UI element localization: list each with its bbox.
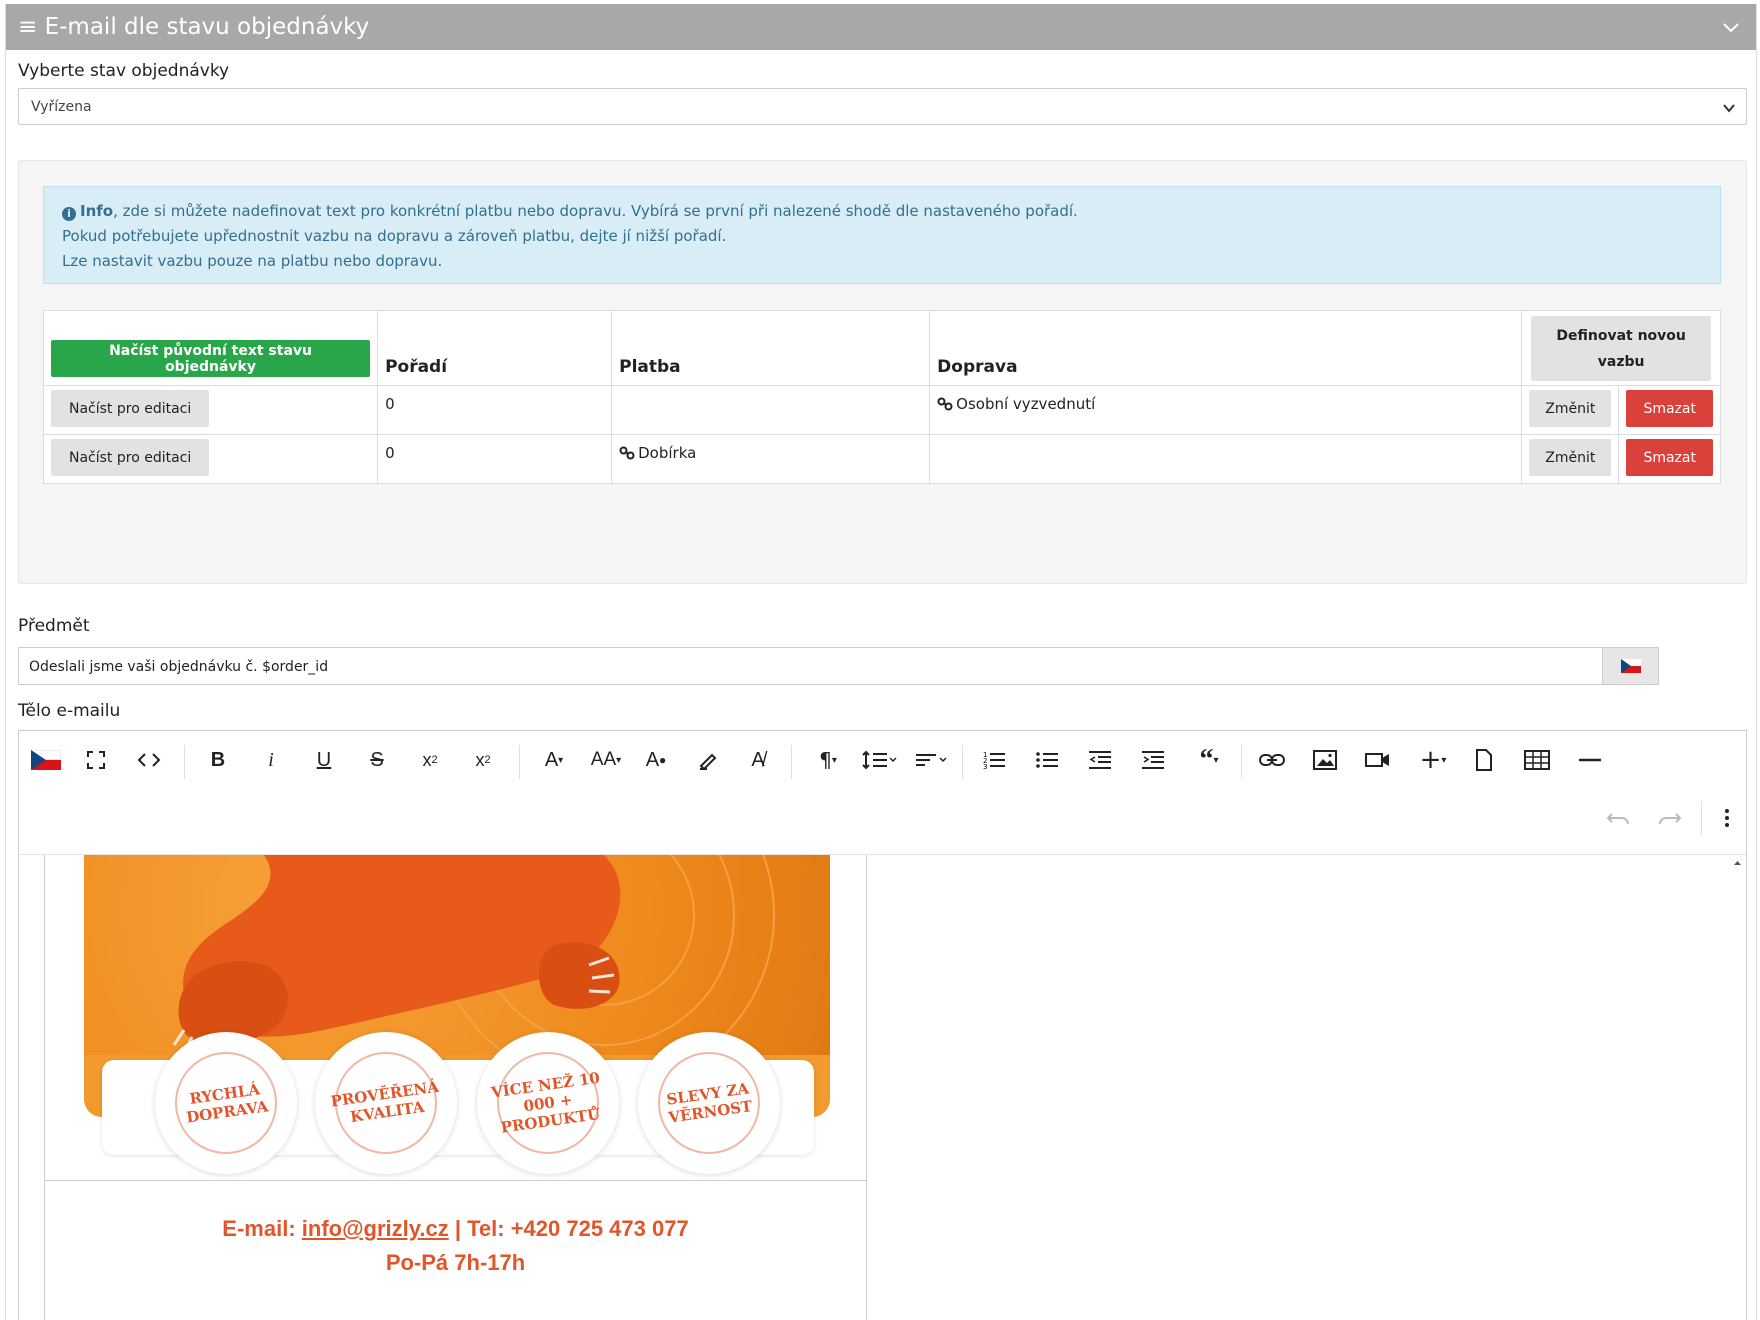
column-payment: Platba	[611, 310, 931, 386]
order-status-selected: Vyřízena	[31, 99, 92, 115]
line-height-icon[interactable]	[857, 743, 901, 777]
link-icon	[619, 446, 635, 460]
image-icon[interactable]	[1308, 743, 1342, 777]
row-payment: Dobírka	[611, 434, 931, 484]
table-row: Načíst pro editaci 0 Osobní vyzvednutí Z…	[42, 385, 1721, 435]
rules-table: Načíst původní text stavu objednávky Poř…	[42, 310, 1721, 484]
clear-formatting-icon[interactable]: A̸	[741, 743, 775, 777]
editor-toolbar: B i U S x2 x2 A ▾ AA ▾ A ● A̸ ¶ ▾ 123 “ …	[19, 731, 1746, 855]
more-options-icon[interactable]	[1715, 801, 1739, 835]
row-order: 0	[377, 385, 613, 435]
subscript-icon[interactable]: x2	[413, 743, 447, 777]
underline-icon[interactable]: U	[307, 743, 341, 777]
bold-icon[interactable]: B	[201, 743, 235, 777]
hamburger-icon: ≡	[18, 14, 45, 40]
fullscreen-icon[interactable]	[79, 743, 113, 777]
order-status-select[interactable]: Vyřízena	[18, 88, 1747, 125]
column-shipping: Doprava	[929, 310, 1523, 386]
table-icon[interactable]	[1520, 743, 1554, 777]
subject-label: Předmět	[18, 616, 90, 636]
scroll-up-icon[interactable]	[1729, 856, 1746, 870]
language-flag-button[interactable]	[1602, 647, 1659, 685]
subject-input[interactable]: Odeslali jsme vaši objednávku č. $order_…	[18, 647, 1650, 685]
font-size-icon[interactable]: AA ▾	[584, 743, 628, 777]
define-new-binding-button[interactable]: Definovat novou vazbu	[1531, 316, 1712, 381]
load-for-edit-button[interactable]: Načíst pro editaci	[51, 390, 210, 427]
svg-text:3: 3	[983, 763, 987, 771]
unordered-list-icon[interactable]	[1030, 743, 1064, 777]
divider	[45, 1180, 866, 1181]
info-strong: Info	[80, 202, 114, 220]
italic-icon[interactable]: i	[254, 743, 288, 777]
table-row: Načíst pro editaci 0 Dobírka Změnit Smaz…	[42, 434, 1721, 484]
email-preview: RYCHLÁ DOPRAVA PROVĚŘENÁ KVALITA VÍCE NE…	[44, 855, 867, 1320]
text-color-icon[interactable]: A ●	[639, 743, 673, 777]
redo-icon[interactable]	[1653, 801, 1687, 835]
contact-email-link[interactable]: info@grizly.cz	[302, 1216, 449, 1241]
chevron-down-icon[interactable]	[1720, 16, 1742, 38]
row-payment	[611, 385, 931, 435]
info-line-3: Lze nastavit vazbu pouze na platbu nebo …	[62, 252, 443, 270]
load-for-edit-button[interactable]: Načíst pro editaci	[51, 439, 210, 476]
code-view-icon[interactable]	[132, 743, 166, 777]
change-button[interactable]: Změnit	[1529, 390, 1612, 427]
info-line-2: Pokud potřebujete upřednostnit vazbu na …	[62, 227, 727, 245]
page-icon[interactable]	[1467, 743, 1501, 777]
delete-button[interactable]: Smazat	[1626, 390, 1713, 427]
email-by-order-status-panel: ≡ E-mail dle stavu objednávky Vyberte st…	[5, 4, 1757, 1320]
row-shipping: Osobní vyzvednutí	[929, 385, 1523, 435]
body-label: Tělo e-mailu	[18, 701, 121, 721]
font-family-icon[interactable]: A ▾	[534, 743, 574, 777]
paragraph-format-icon[interactable]: ¶ ▾	[806, 743, 850, 777]
row-order: 0	[377, 434, 613, 484]
ordered-list-icon[interactable]: 123	[977, 743, 1011, 777]
opening-hours: Po-Pá 7h-17h	[385, 1250, 526, 1275]
delete-button[interactable]: Smazat	[1626, 439, 1713, 476]
link-icon[interactable]	[1255, 743, 1289, 777]
panel-title: ≡ E-mail dle stavu objednávky	[18, 14, 370, 40]
undo-icon[interactable]	[1601, 801, 1635, 835]
czech-flag-icon	[1620, 659, 1641, 673]
superscript-icon[interactable]: x2	[466, 743, 500, 777]
video-icon[interactable]	[1361, 743, 1395, 777]
badge-fast-delivery: RYCHLÁ DOPRAVA	[155, 1032, 297, 1174]
badge-verified-quality: PROVĚŘENÁ KVALITA	[315, 1032, 457, 1174]
strikethrough-icon[interactable]: S	[360, 743, 394, 777]
outdent-icon[interactable]	[1083, 743, 1117, 777]
contact-line: E-mail: info@grizly.cz | Tel: +420 725 4…	[222, 1216, 689, 1241]
align-icon[interactable]	[909, 743, 953, 777]
email-body-editor[interactable]: B i U S x2 x2 A ▾ AA ▾ A ● A̸ ¶ ▾ 123 “ …	[18, 730, 1747, 1320]
load-original-text-button[interactable]: Načíst původní text stavu objednávky	[51, 340, 371, 377]
badge-products: VÍCE NEŽ 10 000 + PRODUKTŮ	[477, 1032, 619, 1174]
panel-header[interactable]: ≡ E-mail dle stavu objednávky	[6, 4, 1756, 50]
scrollbar[interactable]	[1729, 855, 1746, 1320]
indent-icon[interactable]	[1136, 743, 1170, 777]
horizontal-line-icon[interactable]	[1573, 743, 1607, 777]
column-order: Pořadí	[377, 310, 613, 386]
quote-icon[interactable]: “▾	[1187, 743, 1231, 777]
define-new-cell: Definovat novou vazbu	[1521, 310, 1721, 386]
table-header-row: Načíst původní text stavu objednávky Poř…	[42, 310, 1721, 386]
chevron-down-icon	[1723, 104, 1735, 113]
badge-loyalty: SLEVY ZA VĚRNOST	[638, 1032, 780, 1174]
info-line-1: , zde si můžete nadefinovat text pro kon…	[113, 202, 1078, 220]
insert-more-icon[interactable]: + ▾	[1411, 743, 1455, 777]
editor-content[interactable]: RYCHLÁ DOPRAVA PROVĚŘENÁ KVALITA VÍCE NE…	[19, 855, 1746, 1320]
change-button[interactable]: Změnit	[1529, 439, 1612, 476]
row-shipping	[929, 434, 1523, 484]
link-icon	[937, 397, 953, 411]
info-alert: i Info, zde si můžete nadefinovat text pr…	[43, 186, 1721, 284]
rules-well: i Info, zde si můžete nadefinovat text pr…	[18, 160, 1747, 584]
load-original-cell: Načíst původní text stavu objednávky	[42, 310, 379, 386]
highlight-icon[interactable]	[691, 743, 725, 777]
language-flag-icon[interactable]	[29, 743, 63, 777]
order-status-label: Vyberte stav objednávky	[18, 61, 230, 81]
info-icon: i	[62, 207, 76, 221]
